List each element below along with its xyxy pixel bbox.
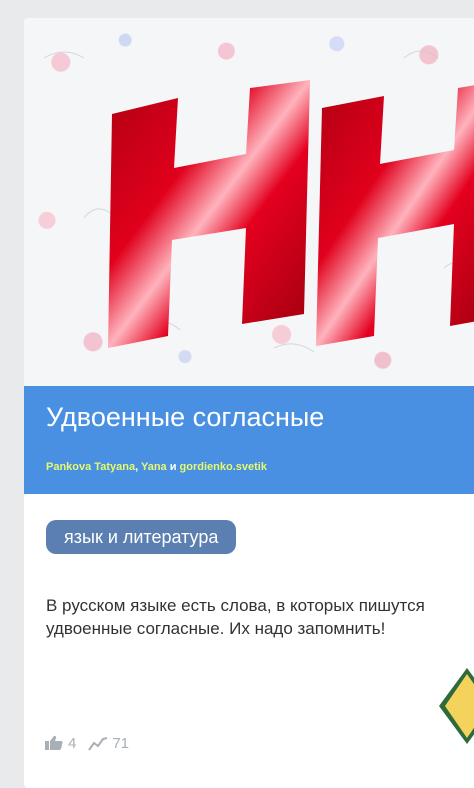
likes-count: 4 bbox=[68, 734, 77, 752]
thumbs-up-icon bbox=[45, 735, 63, 750]
author-link[interactable]: gordienko.svetik bbox=[180, 461, 267, 473]
views-count-group: 71 bbox=[88, 735, 129, 752]
cover-letters-icon bbox=[43, 50, 474, 353]
card-stats: 4 71 bbox=[44, 731, 129, 755]
category-tag[interactable]: язык и литература bbox=[46, 520, 237, 554]
likes-count-group[interactable]: 4 bbox=[44, 735, 76, 752]
app-card[interactable]: Удвоенные согласные Pankova Tatyana, Yan… bbox=[24, 18, 474, 788]
author-link[interactable]: Yana bbox=[141, 461, 167, 473]
card-title[interactable]: Удвоенные согласные bbox=[46, 402, 324, 433]
cover-image[interactable] bbox=[24, 18, 474, 386]
trend-icon bbox=[88, 737, 108, 751]
views-count: 71 bbox=[112, 734, 130, 752]
author-separator: и bbox=[166, 461, 180, 473]
author-link[interactable]: Pankova Tatyana bbox=[46, 461, 135, 473]
level-badge-icon bbox=[439, 668, 474, 744]
authors-line: Pankova Tatyana, Yana и gordienko.svetik bbox=[46, 461, 267, 473]
card-description: В русском языке есть слова, в которых пи… bbox=[46, 596, 425, 638]
